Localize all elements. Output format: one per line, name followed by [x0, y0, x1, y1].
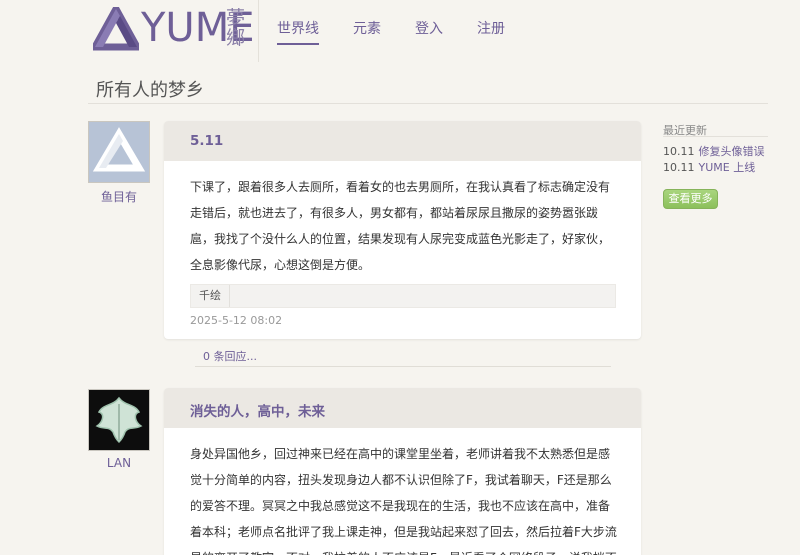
post-card: 5.11 下课了，跟着很多人去厕所，看着女的也去男厕所，在我认真看了标志确定没有…	[164, 121, 641, 339]
author-name[interactable]: 鱼目有	[88, 188, 150, 205]
leaf-avatar-icon	[95, 396, 143, 444]
post-header: 5.11	[164, 121, 641, 161]
avatar[interactable]	[88, 389, 150, 451]
nav-login[interactable]: 登入	[415, 18, 443, 45]
post-title[interactable]: 5.11	[190, 133, 223, 149]
header: YUME 夢鄉 世界线 元素 登入 注册	[0, 0, 800, 62]
update-text[interactable]: 修复头像错误	[699, 145, 765, 158]
post-timestamp: 2025-5-12 08:02	[190, 314, 283, 327]
penrose-triangle-logo-icon	[93, 7, 139, 51]
nav-elements[interactable]: 元素	[353, 18, 381, 45]
page-title: 所有人的梦乡	[96, 80, 204, 101]
title-divider	[88, 103, 768, 104]
post-body: 身处异国他乡，回过神来已经在高中的课堂里坐着，老师讲着我不太熟悉但是感觉十分简单…	[190, 447, 617, 555]
main-nav: 世界线 元素 登入 注册	[277, 18, 539, 45]
author-name[interactable]: LAN	[88, 456, 150, 470]
penrose-triangle-avatar-icon	[92, 127, 146, 172]
post-header: 消失的人，高中，未来	[164, 388, 641, 428]
tag-bar: 千绘	[190, 284, 616, 308]
reply-link[interactable]: 0 条回应...	[195, 348, 611, 367]
sidebar-button[interactable]: 查看更多	[663, 189, 718, 209]
nav-register[interactable]: 注册	[477, 18, 505, 45]
sidebar-divider	[663, 136, 768, 137]
post-body: 下课了，跟着很多人去厕所，看着女的也去男厕所，在我认真看了标志确定没有走错后，就…	[190, 180, 611, 272]
post-title[interactable]: 消失的人，高中，未来	[190, 400, 325, 420]
update-date: 10.11	[663, 161, 695, 174]
update-item: 10.11 修复头像错误	[663, 143, 765, 159]
site-logo[interactable]: YUME 夢鄉	[93, 5, 255, 52]
avatar[interactable]	[88, 121, 150, 183]
post-card: 消失的人，高中，未来 身处异国他乡，回过神来已经在高中的课堂里坐着，老师讲着我不…	[164, 388, 641, 555]
logo-chinese-text: 夢鄉	[226, 7, 246, 49]
update-text[interactable]: YUME 上线	[699, 161, 756, 174]
header-divider	[258, 0, 259, 62]
post-tag[interactable]: 千绘	[191, 285, 230, 307]
update-item: 10.11 YUME 上线	[663, 159, 755, 175]
update-date: 10.11	[663, 145, 695, 158]
nav-worldline[interactable]: 世界线	[277, 18, 319, 45]
